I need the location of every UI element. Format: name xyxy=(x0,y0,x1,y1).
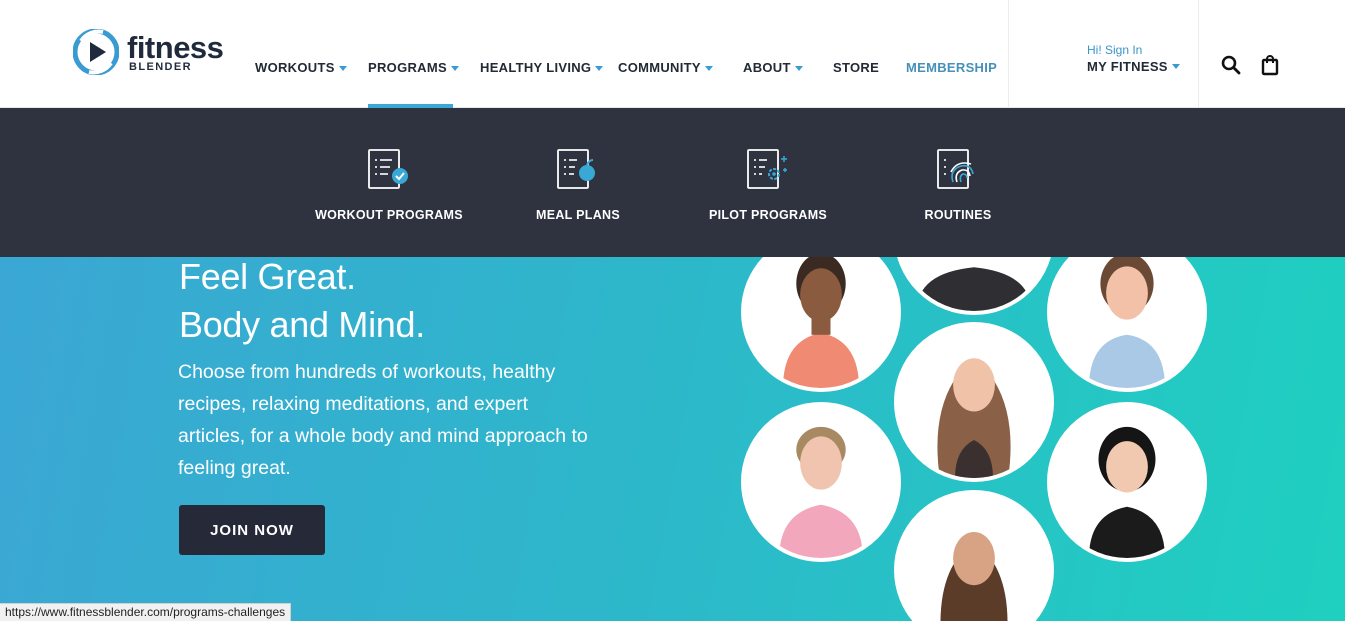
nav-membership-label: MEMBERSHIP xyxy=(906,60,998,75)
site-header: fitness BLENDER WORKOUTS PROGRAMS HEALTH… xyxy=(0,0,1345,108)
caret-down-icon xyxy=(450,65,459,71)
hero-headline: Feel Great. Body and Mind. xyxy=(179,257,425,349)
nav-workouts[interactable]: WORKOUTS xyxy=(255,60,347,75)
shopping-bag-icon[interactable] xyxy=(1259,54,1281,76)
programs-dropdown: WORKOUT PROGRAMS MEAL PLANS PILOT PROGRA… xyxy=(0,108,1345,257)
dropdown-routines[interactable]: ROUTINES xyxy=(863,146,1053,222)
nav-community-label: COMMUNITY xyxy=(618,60,701,75)
nav-workouts-label: WORKOUTS xyxy=(255,60,335,75)
sign-in-link[interactable]: Hi! Sign In xyxy=(1087,43,1180,57)
dropdown-workout-programs[interactable]: WORKOUT PROGRAMS xyxy=(294,146,484,222)
trainer-avatar xyxy=(894,322,1054,482)
nav-community[interactable]: COMMUNITY xyxy=(618,60,713,75)
my-fitness-label: MY FITNESS xyxy=(1087,59,1180,74)
trainer-avatar xyxy=(741,257,901,392)
dropdown-pilot-programs[interactable]: PILOT PROGRAMS xyxy=(673,146,863,222)
nav-healthy-living-label: HEALTHY LIVING xyxy=(480,60,592,75)
my-fitness-menu[interactable]: Hi! Sign In MY FITNESS xyxy=(1087,43,1180,74)
trainer-avatar xyxy=(1047,257,1207,392)
dropdown-meal-plans-label: MEAL PLANS xyxy=(535,208,621,222)
nav-about-label: ABOUT xyxy=(743,60,791,75)
dropdown-meal-plans[interactable]: MEAL PLANS xyxy=(483,146,673,222)
caret-down-icon xyxy=(595,65,604,71)
nav-about[interactable]: ABOUT xyxy=(743,60,803,75)
caret-down-icon xyxy=(704,65,713,71)
logo-sub: BLENDER xyxy=(129,60,192,73)
nav-membership[interactable]: MEMBERSHIP xyxy=(906,60,997,75)
hero-headline-line-1: Feel Great. xyxy=(179,257,356,297)
caret-down-icon xyxy=(1171,64,1180,69)
trainer-avatar xyxy=(894,257,1054,315)
checklist-gear-icon xyxy=(747,149,787,189)
caret-down-icon xyxy=(794,65,803,71)
checklist-apple-icon xyxy=(557,149,595,189)
hero-headline-line-2: Body and Mind. xyxy=(179,304,425,345)
trainer-avatar xyxy=(741,402,901,562)
nav-healthy-living[interactable]: HEALTHY LIVING xyxy=(480,60,604,75)
nav-store[interactable]: STORE xyxy=(833,60,879,75)
trainer-avatar xyxy=(1047,402,1207,562)
link-status-bar: https://www.fitnessblender.com/programs-… xyxy=(0,603,292,621)
checklist-check-icon xyxy=(368,149,408,189)
header-divider xyxy=(1008,0,1009,108)
trainer-avatar xyxy=(894,490,1054,621)
my-fitness-text: MY FITNESS xyxy=(1087,59,1168,74)
fitness-blender-logo[interactable]: fitness BLENDER xyxy=(73,28,243,76)
caret-down-icon xyxy=(338,65,347,71)
nav-programs-label: PROGRAMS xyxy=(368,60,447,75)
search-icon[interactable] xyxy=(1220,54,1242,76)
join-now-button[interactable]: JOIN NOW xyxy=(179,505,325,555)
logo-word: fitness xyxy=(127,29,224,65)
header-divider xyxy=(1198,0,1199,108)
dropdown-routines-label: ROUTINES xyxy=(924,208,992,222)
dropdown-workout-programs-label: WORKOUT PROGRAMS xyxy=(315,208,463,222)
dropdown-pilot-programs-label: PILOT PROGRAMS xyxy=(708,208,828,222)
play-logo-icon xyxy=(73,29,119,75)
checklist-fingerprint-icon xyxy=(937,149,974,189)
nav-programs[interactable]: PROGRAMS xyxy=(368,60,459,75)
nav-store-label: STORE xyxy=(833,60,880,75)
hero-subtext: Choose from hundreds of workouts, health… xyxy=(178,361,588,479)
hero-section: Feel Great. Body and Mind. Choose from h… xyxy=(0,257,1345,621)
